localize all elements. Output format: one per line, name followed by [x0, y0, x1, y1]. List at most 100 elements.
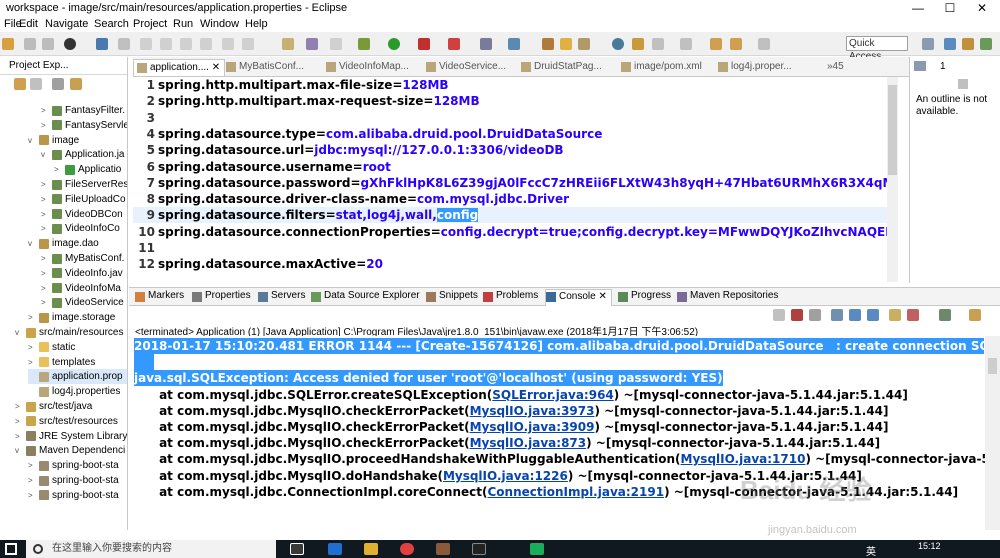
scroll-lock-icon[interactable]: [849, 309, 861, 321]
stack-trace-link[interactable]: MysqlIO.java:1710: [681, 452, 806, 466]
save-all-icon[interactable]: [42, 38, 54, 50]
editor-line[interactable]: 10 spring.datasource.connectionProperties…: [133, 224, 887, 240]
link-editor-icon[interactable]: [70, 78, 82, 90]
tree-item[interactable]: > VideoService: [41, 295, 124, 310]
view-tab[interactable]: Snippets: [426, 290, 478, 302]
file-explorer-icon[interactable]: [364, 543, 378, 555]
tree-item[interactable]: > static: [28, 340, 75, 355]
console-line[interactable]: at com.mysql.jdbc.MysqlIO.checkErrorPack…: [134, 403, 888, 419]
editor-line[interactable]: 12 spring.datasource.maxActive=20: [133, 256, 887, 272]
editor-line[interactable]: 1 spring.http.multipart.max-file-size=128…: [133, 77, 887, 93]
tree-item[interactable]: > VideoInfoMa: [41, 281, 121, 296]
disconnect-icon[interactable]: [200, 38, 212, 50]
view-tab[interactable]: Progress: [618, 290, 671, 302]
next-annotation-icon[interactable]: [652, 38, 664, 50]
tree-item[interactable]: v Application.ja: [41, 147, 124, 162]
remove-launch-icon[interactable]: [791, 309, 803, 321]
tree-twisty-icon[interactable]: v: [28, 239, 36, 248]
tree-item[interactable]: > VideoInfoCo: [41, 221, 120, 236]
tree-item[interactable]: v image.dao: [28, 236, 99, 251]
view-tab[interactable]: Problems: [483, 290, 538, 302]
tree-item[interactable]: > FileServerRes: [41, 177, 127, 192]
outline-tab-label[interactable]: 1: [940, 61, 946, 72]
tree-twisty-icon[interactable]: v: [41, 150, 49, 159]
editor-line[interactable]: 11: [133, 240, 887, 256]
console-line[interactable]: 2018-01-17 15:10:20.481 ERROR 1144 --- […: [134, 338, 985, 354]
remove-all-icon[interactable]: [809, 309, 821, 321]
tree-twisty-icon[interactable]: >: [41, 284, 49, 293]
tree-twisty-icon[interactable]: >: [41, 298, 49, 307]
tree-item[interactable]: > templates: [28, 355, 95, 370]
tree-twisty-icon[interactable]: >: [28, 461, 36, 470]
editor-line[interactable]: 8 spring.datasource.driver-class-name=com…: [133, 191, 887, 207]
tree-item[interactable]: > FantasyFilter.: [41, 103, 125, 118]
tree-item[interactable]: > VideoDBCon: [41, 207, 123, 222]
edge-icon[interactable]: [328, 543, 342, 555]
menu-search[interactable]: Search: [94, 18, 129, 30]
show-on-stderr-icon[interactable]: [907, 309, 919, 321]
open-task-icon[interactable]: [578, 38, 590, 50]
editor-tab[interactable]: VideoService...: [423, 59, 515, 76]
editor-tab[interactable]: log4j.proper...: [715, 59, 807, 76]
open-console-icon[interactable]: [969, 309, 981, 321]
tree-item[interactable]: > MyBatisConf.: [41, 251, 124, 266]
coverage-icon[interactable]: [448, 38, 460, 50]
tree-item[interactable]: > VideoInfo.jav: [41, 266, 123, 281]
tree-twisty-icon[interactable]: >: [28, 358, 36, 367]
tree-item[interactable]: > src/test/java: [15, 399, 92, 414]
tree-twisty-icon[interactable]: >: [41, 269, 49, 278]
editor-tab[interactable]: DruidStatPag...: [518, 59, 610, 76]
editor-line[interactable]: 4 spring.datasource.type=com.alibaba.drui…: [133, 126, 887, 142]
external-tools-icon[interactable]: [418, 38, 430, 50]
view-tab[interactable]: Servers: [258, 290, 305, 302]
wechat-icon[interactable]: [530, 543, 544, 555]
console-line[interactable]: [134, 354, 154, 371]
tree-twisty-icon[interactable]: >: [54, 165, 62, 174]
view-tab[interactable]: Markers: [135, 290, 184, 302]
stack-trace-link[interactable]: MysqlIO.java:3909: [470, 420, 595, 434]
tree-twisty-icon[interactable]: >: [41, 224, 49, 233]
tree-twisty-icon[interactable]: >: [41, 254, 49, 263]
tree-item[interactable]: > spring-boot-sta: [28, 473, 119, 488]
tree-item[interactable]: > spring-boot-sta: [28, 458, 119, 473]
new-icon[interactable]: [2, 38, 14, 50]
last-edit-icon[interactable]: [710, 38, 722, 50]
tree-twisty-icon[interactable]: v: [15, 446, 23, 455]
menu-run[interactable]: Run: [173, 18, 193, 30]
console-scrollbar-thumb[interactable]: [988, 358, 997, 374]
terminate-console-icon[interactable]: [773, 309, 785, 321]
tree-item[interactable]: > spring-boot-sta: [28, 488, 119, 503]
resume-icon[interactable]: [140, 38, 152, 50]
suspend-icon[interactable]: [160, 38, 172, 50]
tree-twisty-icon[interactable]: >: [41, 106, 49, 115]
properties-editor[interactable]: 1 spring.http.multipart.max-file-size=128…: [133, 77, 887, 282]
console-scrollbar[interactable]: [985, 336, 1000, 530]
show-on-stdout-icon[interactable]: [889, 309, 901, 321]
menu-window[interactable]: Window: [200, 18, 239, 30]
debug-icon[interactable]: [358, 38, 370, 50]
editor-line[interactable]: 3: [133, 110, 887, 126]
editor-line[interactable]: 6 spring.datasource.username=root: [133, 159, 887, 175]
view-tab[interactable]: Properties: [192, 290, 251, 302]
tree-twisty-icon[interactable]: v: [28, 136, 36, 145]
tree-item[interactable]: log4j.properties: [28, 384, 120, 399]
tree-twisty-icon[interactable]: >: [15, 402, 23, 411]
word-wrap-icon[interactable]: [867, 309, 879, 321]
outline-icon[interactable]: [914, 61, 926, 71]
stack-trace-link[interactable]: MysqlIO.java:873: [470, 436, 587, 450]
tree-item[interactable]: application.prop: [28, 369, 127, 385]
stack-trace-link[interactable]: ConnectionImpl.java:2191: [487, 485, 664, 499]
windows-start-icon[interactable]: [5, 543, 17, 555]
outline-menu-icon[interactable]: [958, 79, 968, 89]
step-over-icon[interactable]: [242, 38, 254, 50]
step-into-icon[interactable]: [222, 38, 234, 50]
tree-item[interactable]: v image: [28, 133, 79, 148]
new-java-project-icon[interactable]: [508, 38, 520, 50]
editor-tab[interactable]: MyBatisConf...: [223, 59, 315, 76]
menu-edit[interactable]: Edit: [19, 18, 38, 30]
stack-trace-link[interactable]: MysqlIO.java:3973: [470, 404, 595, 418]
task-view-icon[interactable]: [290, 543, 304, 555]
search-icon[interactable]: [612, 38, 624, 50]
eclipse-app-icon[interactable]: [436, 543, 450, 555]
editor-tab[interactable]: VideoInfoMap...: [323, 59, 415, 76]
